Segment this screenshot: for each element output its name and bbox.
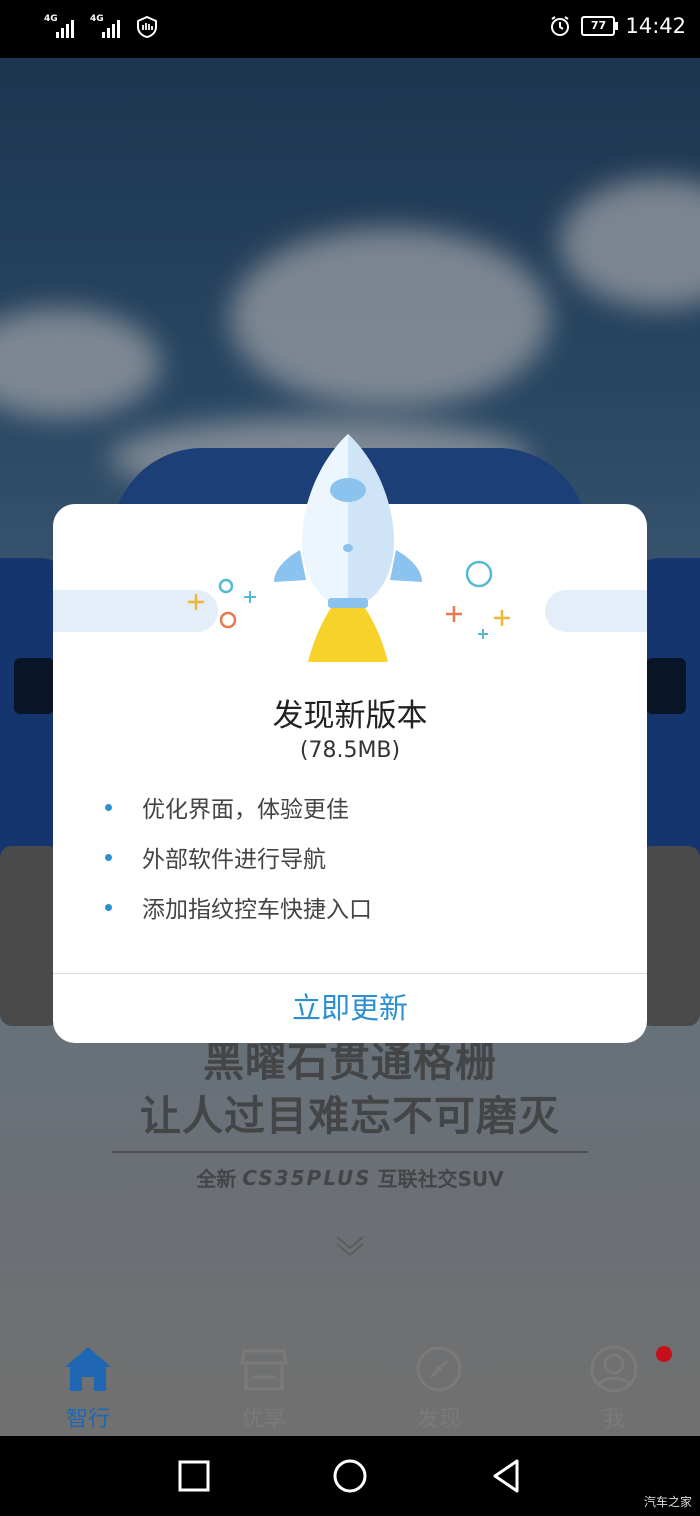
discover-icon	[416, 1346, 462, 1392]
ad-tagline: 全新 CS35PLUS 互联社交SUV	[0, 1163, 700, 1192]
rocket-icon	[274, 434, 422, 662]
status-right: 77 14:42	[549, 14, 686, 38]
tab-home[interactable]: 智行	[28, 1343, 148, 1433]
alarm-icon	[551, 16, 570, 36]
ad-divider	[112, 1151, 588, 1153]
status-left: 4G 4G	[44, 14, 158, 40]
ad-tag-model: CS35PLUS	[242, 1165, 372, 1190]
update-now-button[interactable]: 立即更新	[53, 974, 647, 1042]
feature-text: 优化界面，体验更佳	[142, 797, 349, 823]
dialog-title: 发现新版本	[272, 698, 428, 734]
tab-label: 智行	[65, 1407, 110, 1432]
chevron-down-icon[interactable]	[334, 1233, 366, 1257]
battery-icon: 77	[581, 16, 619, 36]
system-nav-bar: 汽车之家	[0, 1436, 700, 1516]
profile-icon	[590, 1345, 638, 1393]
shield-icon	[137, 16, 157, 38]
watermark: 汽车之家	[643, 1495, 692, 1509]
tab-label: 我	[602, 1407, 625, 1432]
update-size: (78.5MB)	[299, 738, 401, 763]
tab-discover[interactable]: 发现	[379, 1343, 499, 1433]
bullet-icon	[105, 903, 112, 911]
store-icon	[240, 1349, 288, 1391]
ad-tag-prefix: 全新	[196, 1167, 237, 1191]
feature-item: 优化界面，体验更佳	[105, 790, 605, 824]
signal-icon: 4G	[44, 14, 80, 40]
tab-enjoy[interactable]: 优享	[204, 1343, 324, 1433]
feature-text: 添加指纹控车快捷入口	[142, 897, 372, 923]
ad-headline: 黑曜石贯通格栅	[203, 1038, 497, 1086]
clock: 14:42	[625, 14, 686, 38]
home-nav-icon[interactable]	[330, 1456, 370, 1496]
signal-icon: 4G	[90, 14, 126, 40]
dialog-cloud-right	[545, 590, 647, 632]
recents-icon[interactable]	[174, 1456, 214, 1496]
back-icon[interactable]	[486, 1456, 526, 1496]
ad-tag-suffix: 互联社交SUV	[377, 1167, 504, 1191]
feature-text: 外部软件进行导航	[142, 847, 326, 873]
tab-label: 优享	[241, 1407, 286, 1432]
bullet-icon	[105, 853, 112, 861]
bullet-icon	[105, 803, 112, 811]
status-bar: 4G 4G 77 14:42	[0, 0, 700, 58]
feature-item: 添加指纹控车快捷入口	[105, 890, 605, 924]
ad-subheadline: 让人过目难忘不可磨灭	[140, 1092, 560, 1140]
ad-banner: 黑曜石贯通格栅 让人过目难忘不可磨灭 全新 CS35PLUS 互联社交SUV	[0, 1035, 700, 1192]
tab-label: 发现	[416, 1407, 461, 1432]
bottom-tab-bar: 智行 优享 发现 我	[0, 1325, 700, 1436]
notification-dot	[656, 1346, 672, 1362]
feature-item: 外部软件进行导航	[105, 840, 605, 874]
home-icon	[65, 1347, 111, 1391]
